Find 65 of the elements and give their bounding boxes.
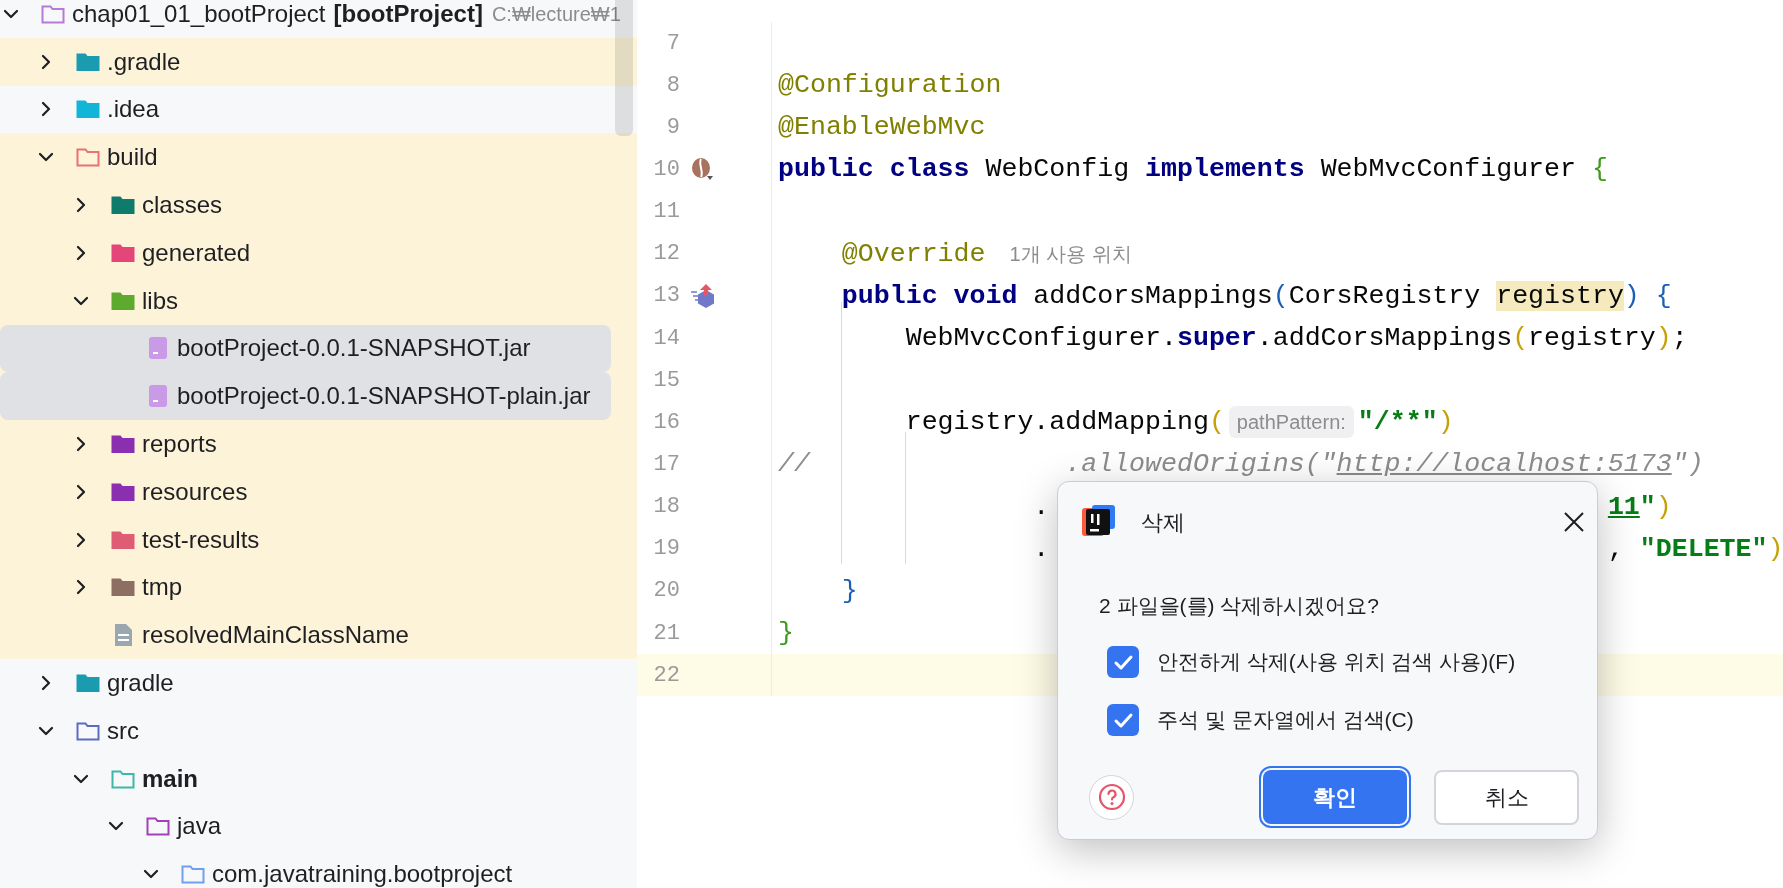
line-number: 22: [652, 661, 680, 690]
dialog-message: 2 파일을(를) 삭제하시겠어요?: [1098, 593, 1380, 619]
tree-row[interactable]: chap01_01_bootProject [bootProject] C:₩lecture₩1: [0, 0, 637, 38]
tree-row[interactable]: classes: [0, 181, 637, 229]
close-icon: [1563, 511, 1585, 533]
tree-row[interactable]: .idea: [0, 85, 637, 134]
tree-row[interactable]: resources: [0, 467, 637, 516]
tree-row[interactable]: test-results: [0, 515, 637, 564]
path-hint: C:₩lecture₩1: [491, 1, 621, 27]
tree-row[interactable]: gradle: [0, 659, 637, 707]
line-number: 10: [652, 156, 680, 184]
tree-row[interactable]: bootProject-0.0.1-SNAPSHOT-plain.jar: [0, 372, 611, 421]
line-number: 9: [665, 113, 680, 142]
line-number: 12: [652, 240, 680, 269]
checkbox[interactable]: [1107, 646, 1139, 678]
line-number: 7: [665, 29, 680, 58]
code-text: "/**"): [1357, 407, 1454, 438]
line-number: 15: [652, 366, 680, 395]
tree-row[interactable]: tmp: [0, 563, 637, 612]
line-number: 13: [652, 282, 680, 311]
parameter-hint: pathPattern:: [1228, 406, 1354, 439]
code-text: }: [778, 617, 794, 648]
override-icon[interactable]: [690, 282, 716, 309]
tree-row[interactable]: src: [0, 706, 637, 755]
tree-row[interactable]: java: [0, 802, 637, 851]
tree-row[interactable]: com.javatraining.bootproject: [0, 850, 637, 888]
help-icon: [1097, 783, 1126, 811]
code-text: public void addCorsMappings(CorsRegistry registry) {: [841, 280, 1672, 311]
tree-row[interactable]: bootProject-0.0.1-SNAPSHOT.jar: [0, 324, 611, 373]
line-number: 16: [652, 408, 680, 437]
checkbox[interactable]: [1107, 704, 1139, 736]
code-text: // .allowedOrigins("http://localhost:5173"): [778, 449, 1704, 480]
checkbox-label: 주석 및 문자열에서 검색(C): [1157, 707, 1414, 734]
code-text: public class WebConfig implements WebMvcConfigurer {: [778, 154, 1608, 185]
tree-row[interactable]: .gradle: [0, 37, 637, 86]
tree-row[interactable]: libs: [0, 276, 637, 325]
line-number: 11: [652, 198, 680, 227]
line-number: 17: [652, 450, 680, 479]
line-number: 18: [652, 493, 680, 522]
dialog-title: 삭제: [1141, 508, 1185, 537]
code-text: .: [1033, 491, 1050, 522]
code-text: @Override: [841, 238, 986, 269]
checkbox-label: 안전하게 삭제(사용 위치 검색 사용)(F): [1157, 649, 1516, 676]
code-text: 11"): [1607, 491, 1672, 522]
tree-row[interactable]: reports: [0, 420, 637, 468]
tree-row[interactable]: resolvedMainClassName: [0, 611, 637, 660]
code-text: @Configuration: [778, 70, 1002, 101]
code-text: registry.addMapping(: [905, 407, 1225, 438]
line-number: 19: [652, 535, 680, 564]
tree-row[interactable]: main: [0, 754, 637, 803]
tree-row[interactable]: generated: [0, 229, 637, 277]
code-text: .: [1033, 533, 1050, 564]
close-button[interactable]: [1562, 510, 1586, 534]
code-text: WebMvcConfigurer.super.addCorsMappings(registry);: [905, 323, 1688, 353]
code-text: @EnableWebMvc: [778, 112, 986, 143]
code-text: , "DELETE"): [1607, 533, 1783, 564]
line-number: 21: [652, 619, 680, 648]
line-number: 20: [652, 577, 680, 606]
line-number: 14: [652, 324, 680, 353]
line-number: 8: [665, 71, 680, 100]
help-button[interactable]: [1089, 774, 1134, 820]
code-text: }: [841, 575, 858, 606]
cancel-button[interactable]: 취소: [1434, 769, 1579, 825]
app-logo-icon: [1082, 505, 1115, 539]
tree-row[interactable]: build: [0, 133, 637, 182]
